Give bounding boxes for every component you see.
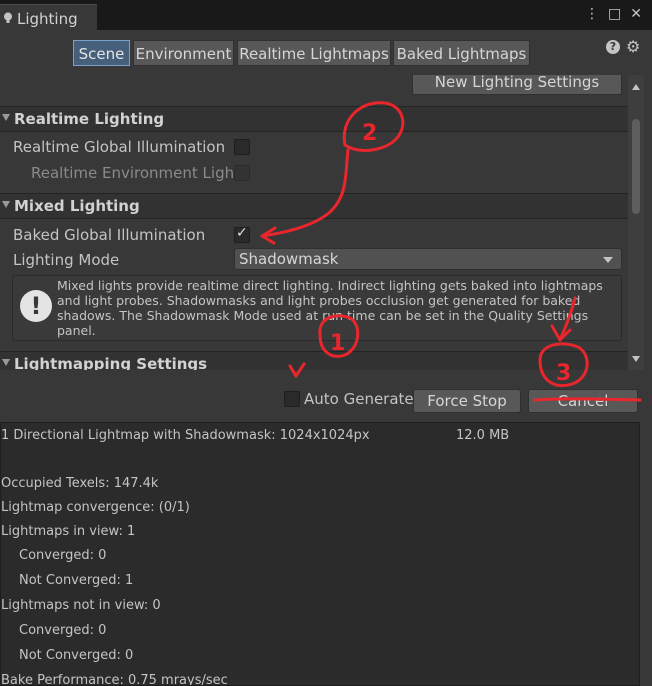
baked-gi-label: Baked Global Illumination: [13, 226, 206, 244]
more-options-icon[interactable]: ⋮: [585, 6, 599, 22]
lighting-window-tab[interactable]: Lighting: [0, 4, 97, 32]
realtime-env-light-checkbox: [234, 165, 250, 181]
vertical-scrollbar[interactable]: [628, 75, 644, 370]
section-title: Lightmapping Settings: [14, 355, 208, 370]
section-title: Realtime Lighting: [14, 110, 165, 128]
info-text: Mixed lights provide realtime direct lig…: [57, 278, 603, 338]
force-stop-button[interactable]: Force Stop: [413, 389, 521, 413]
auto-generate-label: Auto Generate: [304, 390, 414, 408]
occupied-texels: Occupied Texels: 147.4k: [1, 476, 159, 491]
lightmap-convergence: Lightmap convergence: (0/1): [1, 500, 190, 515]
tab-realtime-lightmaps[interactable]: Realtime Lightmaps: [237, 40, 391, 66]
info-help-box: ! Mixed lights provide realtime direct l…: [12, 275, 622, 341]
close-icon[interactable]: ✕: [630, 6, 642, 22]
not-in-view-not-converged: Not Converged: 0: [19, 648, 134, 663]
auto-generate-checkbox[interactable]: [284, 391, 300, 407]
baked-gi-checkbox[interactable]: ✓: [234, 225, 250, 243]
in-view-not-converged: Not Converged: 1: [19, 573, 134, 588]
lighting-mode-value: Shadowmask: [239, 250, 339, 268]
not-in-view-converged: Converged: 0: [19, 623, 107, 638]
section-header-realtime-lighting[interactable]: Realtime Lighting: [0, 106, 628, 132]
gear-icon[interactable]: ⚙: [626, 37, 640, 56]
lightbulb-icon: [4, 12, 12, 23]
lightmaps-not-in-view: Lightmaps not in view: 0: [1, 598, 161, 613]
window-title: Lighting: [17, 10, 78, 28]
scroll-thumb[interactable]: [632, 119, 640, 214]
maximize-icon[interactable]: □: [608, 6, 621, 22]
tab-environment[interactable]: Environment: [133, 40, 234, 66]
bake-performance: Bake Performance: 0.75 mrays/sec: [1, 673, 228, 686]
realtime-gi-label: Realtime Global Illumination: [13, 138, 226, 156]
tab-scene[interactable]: Scene: [73, 40, 130, 66]
foldout-arrow-icon: [2, 114, 10, 121]
scroll-down-arrow-icon[interactable]: [632, 356, 640, 362]
lightmap-stats-panel: 1 Directional Lightmap with Shadowmask: …: [0, 422, 640, 686]
window-edge: [644, 30, 652, 686]
lightmap-size: 12.0 MB: [456, 428, 510, 443]
foldout-arrow-icon: [2, 359, 10, 366]
tab-baked-lightmaps[interactable]: Baked Lightmaps: [393, 40, 530, 66]
scroll-up-arrow-icon[interactable]: [632, 84, 640, 90]
realtime-env-light-label: Realtime Environment Light: [31, 164, 240, 182]
lighting-mode-dropdown[interactable]: Shadowmask: [234, 248, 622, 270]
section-header-lightmapping-settings[interactable]: Lightmapping Settings: [0, 351, 628, 370]
realtime-gi-checkbox[interactable]: [234, 139, 250, 155]
warning-icon: !: [20, 290, 52, 322]
help-icon[interactable]: ?: [606, 40, 620, 54]
checkmark-icon: ✓: [236, 225, 248, 241]
section-title: Mixed Lighting: [14, 197, 140, 215]
cancel-button[interactable]: Cancel: [528, 389, 638, 413]
new-lighting-settings-button[interactable]: New Lighting Settings: [412, 75, 622, 95]
dropdown-arrow-icon: [603, 257, 613, 263]
window-title-bar: [0, 0, 652, 30]
window-controls: ⋮ □ ✕: [576, 6, 642, 22]
foldout-arrow-icon: [2, 201, 10, 208]
lightmap-summary: 1 Directional Lightmap with Shadowmask: …: [1, 428, 370, 443]
in-view-converged: Converged: 0: [19, 548, 107, 563]
section-header-mixed-lighting[interactable]: Mixed Lighting: [0, 193, 628, 219]
lighting-mode-label: Lighting Mode: [13, 251, 120, 269]
lightmaps-in-view: Lightmaps in view: 1: [1, 524, 136, 539]
